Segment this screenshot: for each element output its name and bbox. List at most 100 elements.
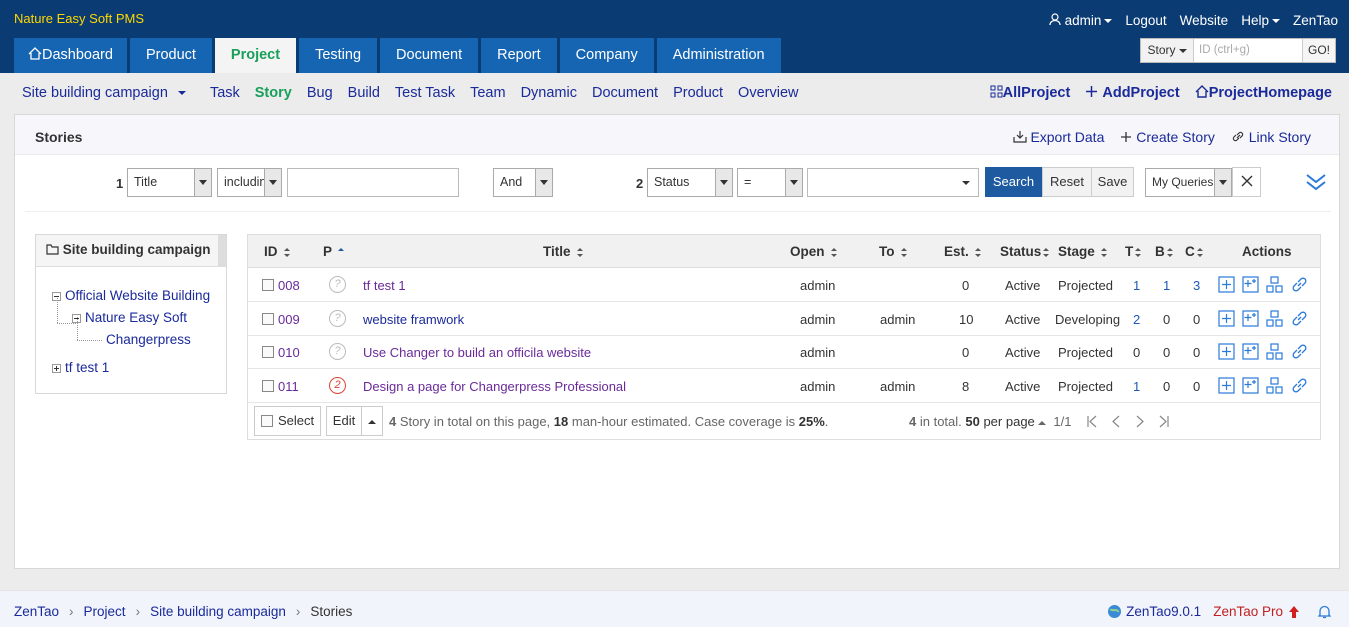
- batch-edit-button[interactable]: Edit: [326, 406, 362, 436]
- unlink-icon[interactable]: [1291, 343, 1308, 360]
- story-id[interactable]: 009: [278, 312, 300, 327]
- split-icon[interactable]: [1266, 377, 1283, 394]
- tab-report[interactable]: Report: [481, 38, 557, 73]
- row-checkbox[interactable]: [262, 313, 274, 325]
- col-to[interactable]: To: [879, 244, 907, 259]
- tab-document[interactable]: Document: [380, 38, 479, 73]
- unlink-icon[interactable]: [1291, 377, 1308, 394]
- subnav-dynamic[interactable]: Dynamic: [521, 85, 577, 101]
- subnav-team[interactable]: Team: [470, 85, 505, 101]
- project-homepage-link[interactable]: ProjectHomepage: [1195, 85, 1332, 101]
- subnav-test-task[interactable]: Test Task: [395, 85, 455, 101]
- story-id[interactable]: 008: [278, 278, 300, 293]
- my-queries-select[interactable]: My Queries: [1145, 168, 1232, 197]
- and-or-select[interactable]: And: [493, 168, 553, 197]
- field-select-2[interactable]: Status: [647, 168, 733, 197]
- first-page-icon[interactable]: [1086, 415, 1098, 428]
- story-title[interactable]: tf test 1: [363, 278, 406, 293]
- subnav-product[interactable]: Product: [673, 85, 723, 101]
- next-page-icon[interactable]: [1134, 415, 1146, 428]
- batch-create-icon[interactable]: [1242, 310, 1259, 327]
- subnav-build[interactable]: Build: [348, 85, 380, 101]
- unlink-icon[interactable]: [1291, 310, 1308, 327]
- tree-node-nature-easy-soft[interactable]: Nature Easy Soft: [72, 310, 187, 325]
- subnav-bug[interactable]: Bug: [307, 85, 333, 101]
- subnav-document[interactable]: Document: [592, 85, 658, 101]
- col-tasks[interactable]: T: [1125, 244, 1142, 259]
- batch-create-icon[interactable]: [1242, 276, 1259, 293]
- unlink-icon[interactable]: [1291, 276, 1308, 293]
- reset-button[interactable]: Reset: [1042, 167, 1092, 197]
- story-title[interactable]: Design a page for Changerpress Professio…: [363, 379, 626, 394]
- story-id[interactable]: 010: [278, 345, 300, 360]
- clear-query-button[interactable]: [1232, 167, 1261, 197]
- subnav-task[interactable]: Task: [210, 85, 240, 101]
- operator-select-1[interactable]: includin: [217, 168, 282, 197]
- subnav-story[interactable]: Story: [255, 85, 292, 101]
- tree-node-official-website[interactable]: Official Website Building: [52, 288, 210, 303]
- user-menu[interactable]: admin: [1049, 13, 1113, 28]
- collapse-tree-toggle[interactable]: [218, 235, 226, 267]
- breadcrumb-project[interactable]: Project: [84, 604, 126, 619]
- search-input[interactable]: ID (ctrl+g): [1194, 39, 1302, 62]
- expand-icon[interactable]: [52, 363, 61, 373]
- task-count[interactable]: 1: [1133, 278, 1140, 293]
- change-icon[interactable]: [1218, 343, 1235, 360]
- split-icon[interactable]: [1266, 310, 1283, 327]
- bell-icon[interactable]: [1318, 605, 1331, 619]
- zentao-pro-link[interactable]: ZenTao Pro: [1213, 604, 1283, 619]
- col-stage[interactable]: Stage: [1058, 244, 1107, 259]
- version-link[interactable]: ZenTao9.0.1: [1126, 604, 1201, 619]
- collapse-icon[interactable]: [52, 291, 61, 301]
- logout-link[interactable]: Logout: [1125, 13, 1166, 28]
- toggle-advanced-search[interactable]: [1305, 172, 1327, 195]
- row-checkbox[interactable]: [262, 380, 274, 392]
- col-id[interactable]: ID: [264, 244, 290, 259]
- search-type-select[interactable]: Story: [1141, 39, 1194, 62]
- story-id[interactable]: 011: [278, 379, 299, 394]
- select-all-checkbox[interactable]: [261, 415, 273, 427]
- tree-node-tf-test-1[interactable]: tf test 1: [52, 360, 109, 375]
- prev-page-icon[interactable]: [1110, 415, 1122, 428]
- per-page-select[interactable]: 50 per page: [965, 414, 1046, 429]
- col-title[interactable]: Title: [543, 244, 583, 259]
- help-menu[interactable]: Help: [1241, 13, 1280, 28]
- tab-project[interactable]: Project: [214, 38, 297, 73]
- col-open[interactable]: Open: [790, 244, 837, 259]
- col-est[interactable]: Est.: [944, 244, 981, 259]
- tab-company[interactable]: Company: [559, 38, 654, 73]
- project-switcher[interactable]: Site building campaign: [22, 85, 186, 101]
- batch-actions-toggle[interactable]: [361, 406, 383, 436]
- batch-create-icon[interactable]: [1242, 377, 1259, 394]
- col-priority[interactable]: P: [323, 244, 345, 259]
- value-select-2[interactable]: [807, 168, 979, 197]
- zentao-link[interactable]: ZenTao: [1293, 13, 1338, 28]
- brand[interactable]: Nature Easy Soft PMS: [14, 11, 144, 26]
- task-count[interactable]: 2: [1133, 312, 1140, 327]
- field-select-1[interactable]: Title: [127, 168, 212, 197]
- change-icon[interactable]: [1218, 276, 1235, 293]
- story-title[interactable]: Use Changer to build an officila website: [363, 345, 591, 360]
- split-icon[interactable]: [1266, 343, 1283, 360]
- bug-count[interactable]: 1: [1163, 278, 1170, 293]
- task-count[interactable]: 1: [1133, 379, 1140, 394]
- all-project-link[interactable]: AllProject: [990, 85, 1070, 101]
- batch-create-icon[interactable]: [1242, 343, 1259, 360]
- tree-node-changerpress[interactable]: Changerpress: [106, 332, 191, 347]
- collapse-icon[interactable]: [72, 313, 81, 323]
- export-data-button[interactable]: Export Data: [1012, 129, 1104, 145]
- split-icon[interactable]: [1266, 276, 1283, 293]
- tab-product[interactable]: Product: [129, 38, 212, 73]
- tab-dashboard[interactable]: Dashboard: [14, 38, 127, 73]
- row-checkbox[interactable]: [262, 346, 274, 358]
- change-icon[interactable]: [1218, 377, 1235, 394]
- add-project-link[interactable]: AddProject: [1085, 85, 1180, 101]
- search-button[interactable]: Search: [985, 167, 1042, 197]
- breadcrumb-campaign[interactable]: Site building campaign: [150, 604, 286, 619]
- col-bugs[interactable]: B: [1155, 244, 1173, 259]
- subnav-overview[interactable]: Overview: [738, 85, 798, 101]
- story-title[interactable]: website framwork: [363, 312, 464, 327]
- last-page-icon[interactable]: [1158, 415, 1170, 428]
- link-story-button[interactable]: Link Story: [1231, 129, 1311, 145]
- value-input-1[interactable]: [287, 168, 459, 197]
